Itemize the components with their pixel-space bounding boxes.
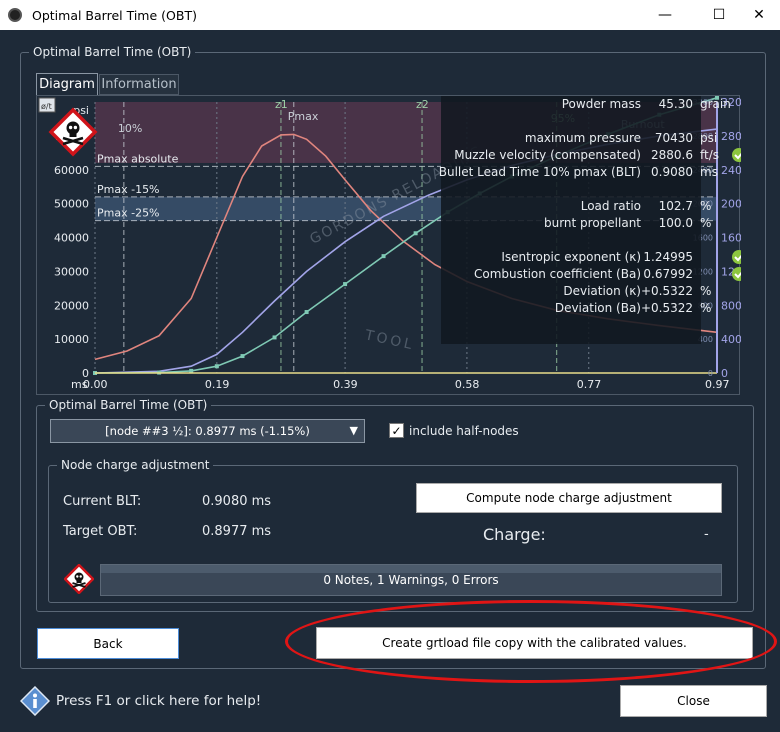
tab-information[interactable]: Information <box>99 74 179 95</box>
overlay-value: +0.5322 <box>641 284 693 298</box>
node-charge-group-label: Node charge adjustment <box>57 458 214 472</box>
y-left-tick-label: 40000 <box>54 232 89 245</box>
x-tick-label: 0.77 <box>577 378 602 391</box>
y-left-tick-label: 60000 <box>54 164 89 177</box>
minimize-button[interactable]: — <box>642 0 688 30</box>
band-label-minus25: Pmax -25% <box>97 207 160 220</box>
close-window-button[interactable]: ✕ <box>738 0 780 30</box>
overlay-value: 100.0 <box>659 216 693 230</box>
overlay-value: 1.24995 <box>643 250 693 264</box>
overlay-value: 45.30 <box>659 97 693 111</box>
include-half-nodes-checkbox[interactable]: ✓ <box>389 423 404 438</box>
maximize-button[interactable]: ☐ <box>696 0 742 30</box>
node-select-value: [node ##3 ½]: 0.8977 ms (-1.15%) <box>105 424 310 438</box>
y-right-tick-label: 800 <box>721 299 741 312</box>
status-bar: 0 Notes, 1 Warnings, 0 Errors <box>100 564 722 596</box>
obt-chart: Pmax absolute Pmax -15% Pmax -25% 10% z1Pmax… <box>38 95 749 391</box>
overlay-label: Load ratio <box>581 199 641 213</box>
target-obt-label: Target OBT: <box>63 524 138 539</box>
marker-label-percent10: 10% <box>118 122 142 135</box>
travel-point <box>272 335 277 340</box>
y-left-tick-label: 30000 <box>54 265 89 278</box>
create-grtload-copy-button[interactable]: Create grtload file copy with the calibr… <box>316 627 753 659</box>
overlay-unit: % <box>700 216 711 230</box>
back-button[interactable]: Back <box>37 628 179 659</box>
y-left-tick-label: 50000 <box>54 198 89 211</box>
target-obt-value: 0.8977 ms <box>202 524 272 539</box>
title-bar: Optimal Barrel Time (OBT) — ☐ ✕ <box>0 0 780 30</box>
overlay-unit: % <box>700 199 711 213</box>
y-left-tick-label: 10000 <box>54 333 89 346</box>
overlay-label: Deviation (κ) <box>563 284 641 298</box>
band-label-minus15: Pmax -15% <box>97 183 160 196</box>
main-group-label: Optimal Barrel Time (OBT) <box>29 45 196 59</box>
overlay-unit: % <box>700 284 711 298</box>
overlay-label: Isentropic exponent (κ) <box>501 250 641 264</box>
travel-point <box>304 310 309 315</box>
hazard-warning-icon <box>64 564 94 594</box>
y-right-tick-label: 0 <box>721 367 728 380</box>
tab-diagram[interactable]: Diagram <box>36 73 98 95</box>
include-half-nodes-label: include half-nodes <box>409 424 519 438</box>
overlay-unit: ms <box>700 165 718 179</box>
travel-point <box>240 354 245 359</box>
marker-label-z2: z2 <box>416 98 429 111</box>
overlay-label: Bullet Lead Time 10% pmax (BLT) <box>439 165 641 179</box>
current-blt-label: Current BLT: <box>63 494 142 509</box>
overlay-value: 2880.6 <box>651 148 693 162</box>
status-strip <box>101 565 721 573</box>
y-right-tick-label: 400 <box>721 333 741 346</box>
current-blt-value: 0.9080 ms <box>202 494 272 509</box>
info-icon[interactable] <box>20 686 50 716</box>
y-right-tick-label: 1600 <box>721 232 741 245</box>
overlay-unit: grain <box>700 97 731 111</box>
overlay-value: 0.9080 <box>651 165 693 179</box>
watermark-text-2: TOOL <box>363 327 417 353</box>
overlay-label: Combustion coefficient (Ba) <box>474 267 641 281</box>
diagram-panel: Pmax absolute Pmax -15% Pmax -25% 10% z1 Pmax… <box>36 95 749 395</box>
travel-point <box>343 282 348 287</box>
overlay-label: Deviation (Ba) <box>555 301 641 315</box>
y-left-tick-label: 20000 <box>54 299 89 312</box>
y-right-tick-label: 2400 <box>721 164 741 177</box>
overlay-unit: % <box>700 301 711 315</box>
overlay-label: burnt propellant <box>544 216 641 230</box>
close-button[interactable]: Close <box>620 685 767 717</box>
band-label-absolute: Pmax absolute <box>97 152 179 165</box>
window-title: Optimal Barrel Time (OBT) <box>32 7 197 23</box>
overlay-value: 70430 <box>655 131 693 145</box>
status-text: 0 Notes, 1 Warnings, 0 Errors <box>323 573 499 587</box>
node-select-dropdown[interactable]: [node ##3 ½]: 0.8977 ms (-1.15%) ▼ <box>50 419 365 443</box>
x-tick-label: 0.58 <box>455 378 480 391</box>
overlay-value: +0.5322 <box>641 301 693 315</box>
travel-point <box>381 254 386 259</box>
overlay-unit: ft/s <box>700 148 719 162</box>
travel-point <box>214 364 219 369</box>
compute-node-charge-button[interactable]: Compute node charge adjustment <box>416 483 722 513</box>
charge-value: - <box>704 527 709 542</box>
overlay-label: Muzzle velocity (compensated) <box>454 148 641 162</box>
dropdown-arrow-icon: ▼ <box>349 424 358 437</box>
travel-point <box>413 231 418 236</box>
help-link[interactable]: Press F1 or click here for help! <box>56 693 261 709</box>
x-tick-label: 0.19 <box>205 378 230 391</box>
y-left-tick-label: 0 <box>82 367 89 380</box>
overlay-value: 102.7 <box>659 199 693 213</box>
overlay-value: 0.67992 <box>643 267 693 281</box>
chart-toggle-icon: ø/t <box>41 102 52 111</box>
y-right-tick-label: 2800 <box>721 130 741 143</box>
marker-label-pmax: Pmax <box>288 110 319 123</box>
y-right-tick-label: 2000 <box>721 198 741 211</box>
overlay-label: Powder mass <box>562 97 641 111</box>
obt-sub-group-label: Optimal Barrel Time (OBT) <box>45 398 212 412</box>
charge-label: Charge: <box>483 525 546 544</box>
marker-label-z1: z1 <box>275 98 288 111</box>
overlay-label: maximum pressure <box>525 131 641 145</box>
y-right-inner-tick-label: 0 <box>708 369 713 378</box>
overlay-unit: psi <box>700 131 717 145</box>
x-tick-label: 0.39 <box>333 378 358 391</box>
app-icon <box>8 8 22 22</box>
